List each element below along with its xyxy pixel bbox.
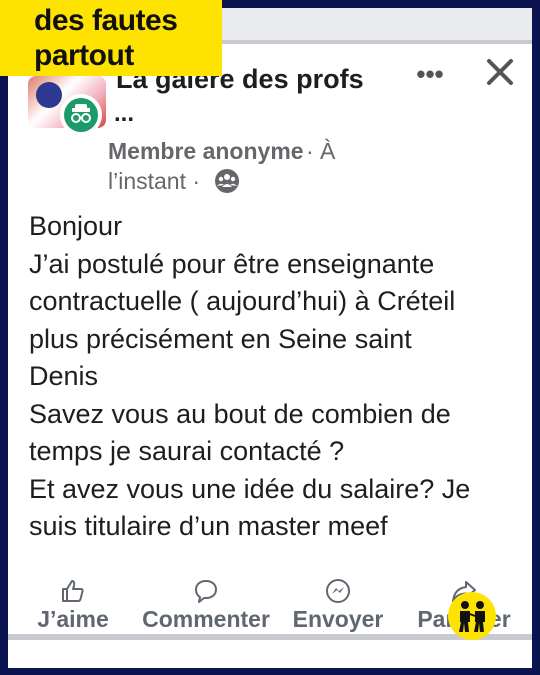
post-line: J’ai postulé pour être enseignante [29,248,435,279]
like-label: J’aime [37,606,109,632]
author-separator: · À [306,138,336,164]
messenger-icon [325,578,351,604]
send-label: Envoyer [292,606,384,632]
comment-bubble-icon [193,578,219,604]
comment-button[interactable]: Commenter [136,568,276,638]
anonymous-badge [60,94,102,136]
post-card: La galère des profs ... ••• Membre anony… [8,8,532,668]
post-line: Denis [29,361,99,391]
post-line: temps je saurai contacté ? [29,436,345,466]
mascot-logo [448,592,496,640]
post-line: suis titulaire d’un master meef [29,511,388,541]
post-body: Bonjour J’ai postulé pour être enseignan… [29,208,529,546]
post-line: Et avez vous une idée du salaire? Je [29,473,471,504]
banner-line-2: partout [34,39,134,72]
caption-banner: des fautes partout [0,0,222,76]
anonymous-incognito-icon [64,98,98,132]
post-time[interactable]: l’instant · [108,168,200,195]
close-icon[interactable] [482,54,518,90]
like-button[interactable]: J’aime [28,568,118,638]
post-line: Bonjour [29,211,123,241]
group-name-ellipsis: ... [114,100,135,127]
post-line: Savez vous au bout de combien de [29,398,451,429]
thumbs-up-icon [60,578,86,604]
post-line: plus précisément en Seine saint [29,323,412,354]
post-line: contractuelle ( aujourd’hui) à Créteil [29,286,456,316]
audience-group-icon [214,168,240,194]
banner-line-1: des fautes [34,4,178,37]
comment-label: Commenter [142,606,270,632]
send-button[interactable]: Envoyer [288,568,388,638]
group-avatar-art [36,82,62,108]
more-options-icon[interactable]: ••• [410,61,450,90]
post-author[interactable]: Membre anonyme [108,138,304,165]
